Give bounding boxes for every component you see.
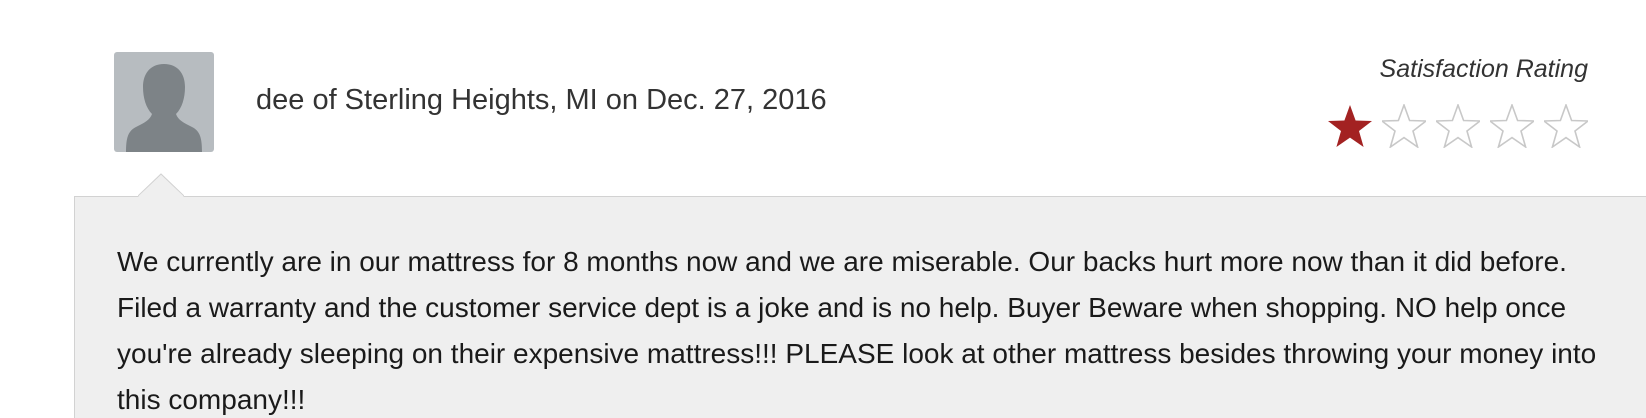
satisfaction-rating-label: Satisfaction Rating (1379, 55, 1588, 83)
empty-star-icon (1382, 104, 1426, 148)
user-silhouette-icon (126, 64, 202, 152)
filled-star-icon (1328, 104, 1372, 148)
avatar (114, 52, 214, 152)
empty-star-icon (1544, 104, 1588, 148)
empty-star-icon (1490, 104, 1534, 148)
review-text: We currently are in our mattress for 8 m… (117, 246, 1597, 415)
empty-star-icon (1436, 104, 1480, 148)
star-rating (1328, 104, 1588, 148)
bubble-pointer (138, 173, 184, 197)
review-author-line: dee of Sterling Heights, MI on Dec. 27, … (256, 84, 827, 116)
review-card: dee of Sterling Heights, MI on Dec. 27, … (0, 0, 1646, 418)
